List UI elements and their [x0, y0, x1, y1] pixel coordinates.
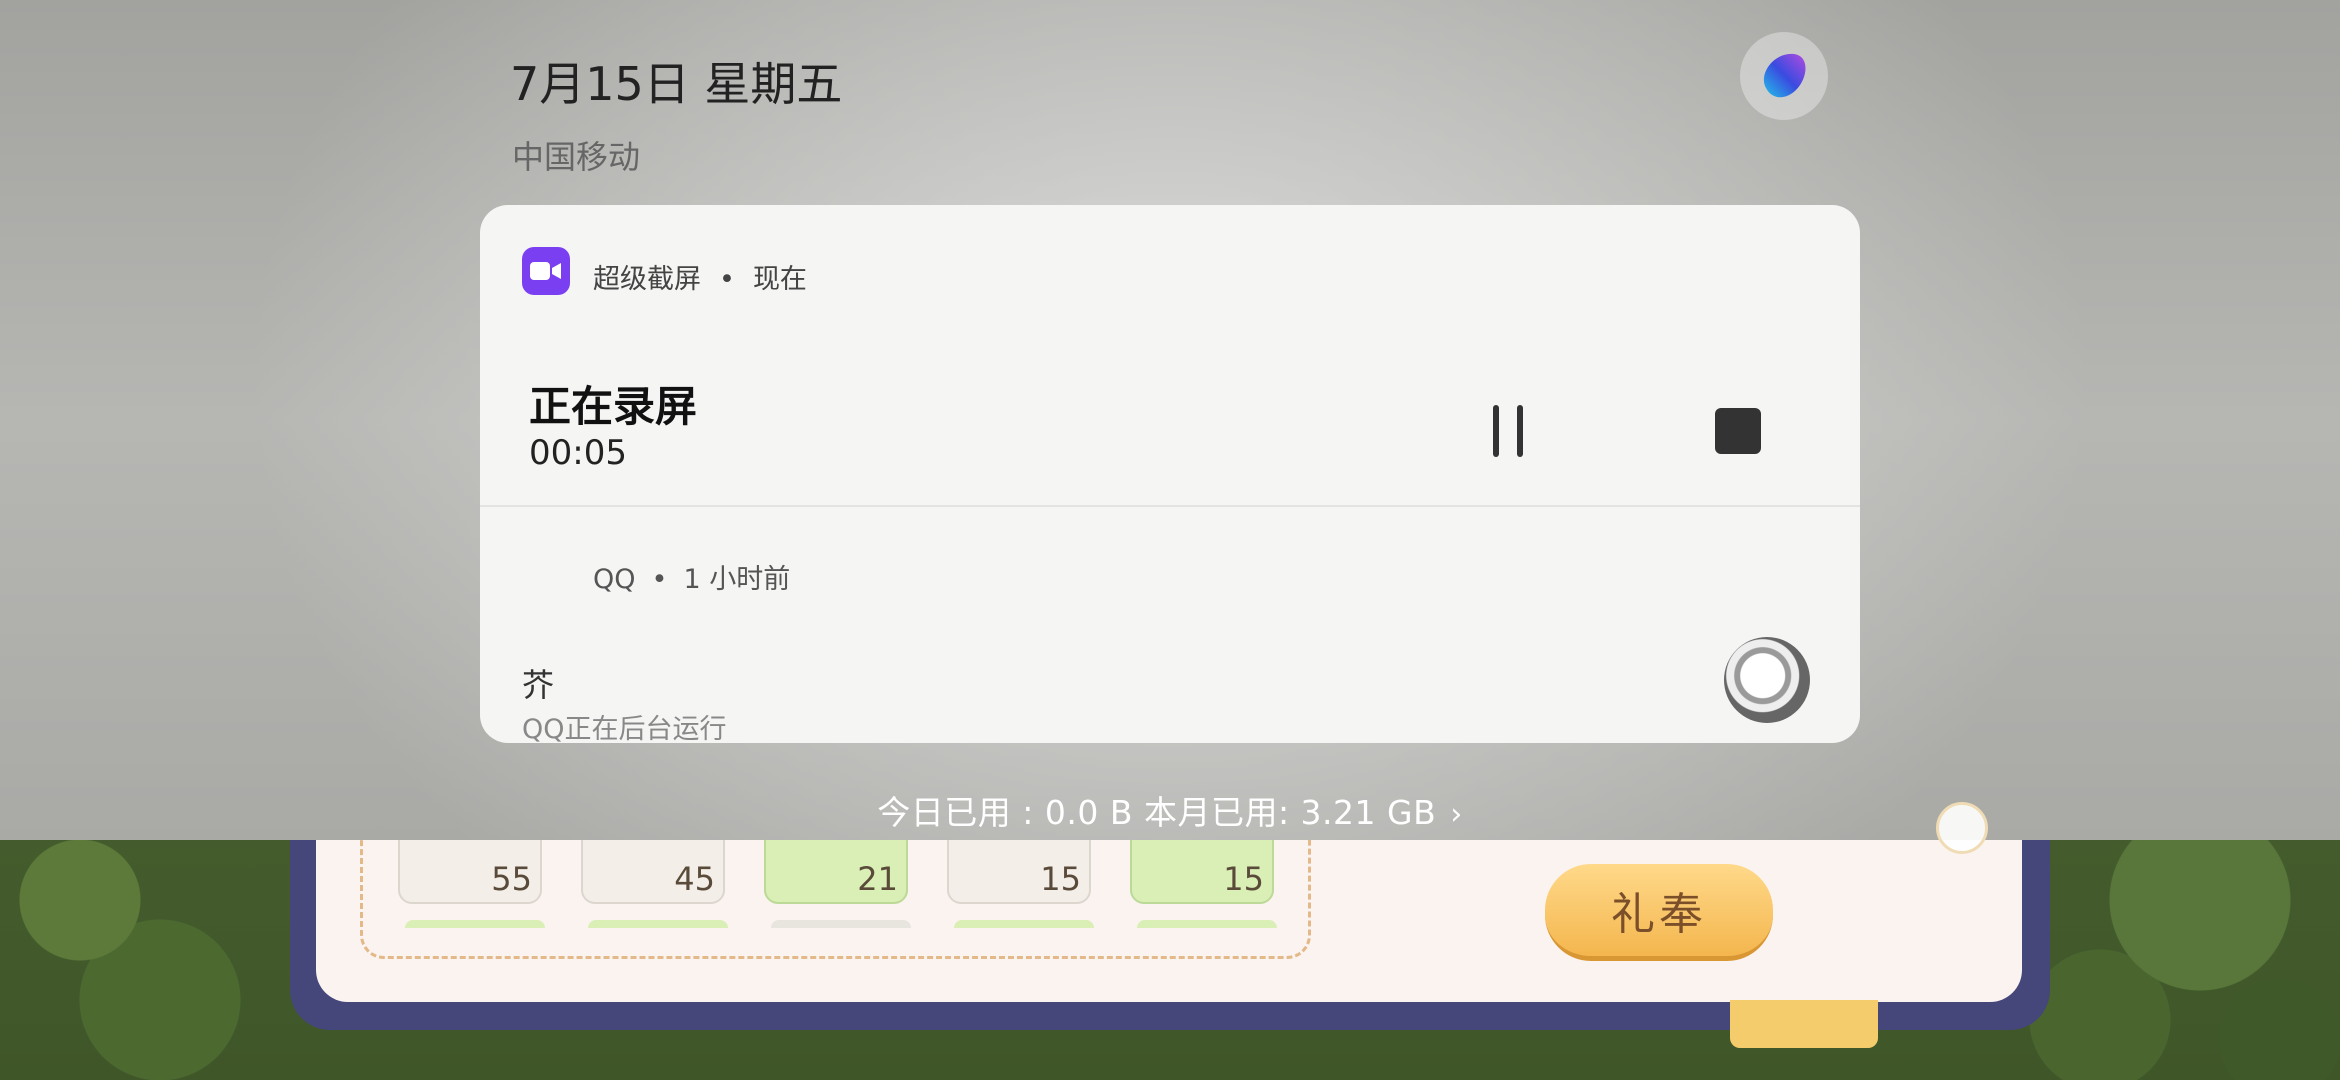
pause-button[interactable]: [1480, 395, 1536, 467]
qq-notification-title[interactable]: 芥: [522, 660, 554, 706]
video-camera-icon: [530, 262, 561, 280]
carrier-label: 中国移动: [512, 138, 641, 176]
data-usage-link[interactable]: 今日已用 : 0.0 B 本月已用: 3.21 GB ›: [0, 786, 2340, 834]
recording-notification-header: 超级截屏 • 现在: [593, 257, 807, 296]
recording-app-name: 超级截屏: [593, 264, 701, 295]
header-separator: •: [651, 564, 668, 595]
offer-button[interactable]: 礼奉: [1545, 864, 1773, 961]
data-usage-text: 今日已用 : 0.0 B 本月已用: 3.21 GB: [877, 793, 1437, 832]
slot-count: 21: [857, 860, 898, 898]
assistant-button[interactable]: [1740, 32, 1828, 120]
recording-title: 正在录屏: [529, 382, 698, 431]
slot-count: 15: [1040, 860, 1081, 898]
recording-timer: 00:05: [529, 433, 627, 473]
avatar: [1724, 637, 1810, 723]
qq-app-name: QQ: [593, 564, 636, 595]
qq-notification-body[interactable]: QQ正在后台运行: [522, 707, 727, 743]
notification-card: 超级截屏 • 现在 正在录屏 00:05 QQ • 1 小时前 芥 QQ正在后台运行: [480, 205, 1860, 743]
slot-count: 45: [674, 860, 715, 898]
date-label: 7月15日 星期五: [510, 57, 843, 111]
screen-recorder-app-icon: [522, 247, 570, 295]
qq-time: 1 小时前: [683, 564, 791, 595]
inventory-slot-row2: [405, 920, 545, 928]
assistant-orb-icon: [1763, 53, 1806, 98]
slot-count: 15: [1223, 860, 1264, 898]
inventory-slot-row2: [954, 920, 1094, 928]
floating-ball-button[interactable]: [1936, 802, 1988, 854]
slot-count: 55: [491, 860, 532, 898]
game-tab[interactable]: [1730, 1000, 1878, 1048]
chevron-right-icon: ›: [1450, 797, 1463, 832]
inventory-slot-row2: [771, 920, 911, 928]
header-separator: •: [719, 264, 735, 295]
stop-icon: [1715, 408, 1761, 454]
pause-icon: [1493, 405, 1499, 457]
inventory-slot-row2: [1137, 920, 1277, 928]
notification-shade: 7月15日 星期五 中国移动 超级截屏 • 现在 正在录屏 00:05 QQ •…: [0, 0, 2340, 840]
stop-button[interactable]: [1704, 397, 1772, 465]
recording-time: 现在: [752, 264, 807, 295]
divider: [480, 505, 1860, 507]
qq-notification-header: QQ • 1 小时前: [593, 557, 790, 596]
inventory-slot-row2: [588, 920, 728, 928]
